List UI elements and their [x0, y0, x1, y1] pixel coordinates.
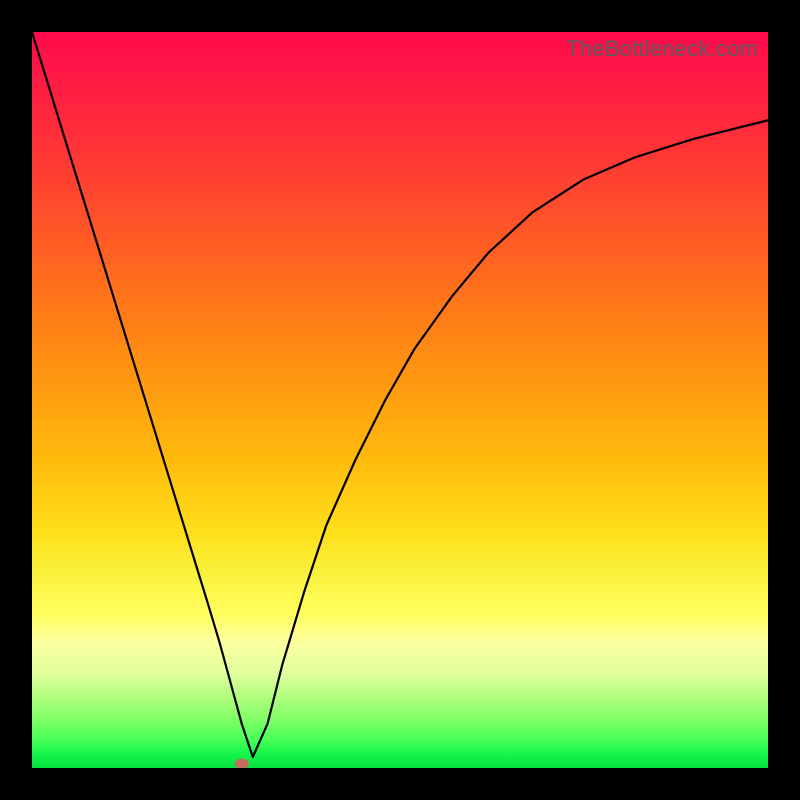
optimum-marker — [235, 759, 249, 768]
bottleneck-curve — [32, 32, 768, 757]
plot-area: TheBottleneck.com — [32, 32, 768, 768]
bottleneck-curve-svg — [32, 32, 768, 768]
chart-frame: TheBottleneck.com — [0, 0, 800, 800]
